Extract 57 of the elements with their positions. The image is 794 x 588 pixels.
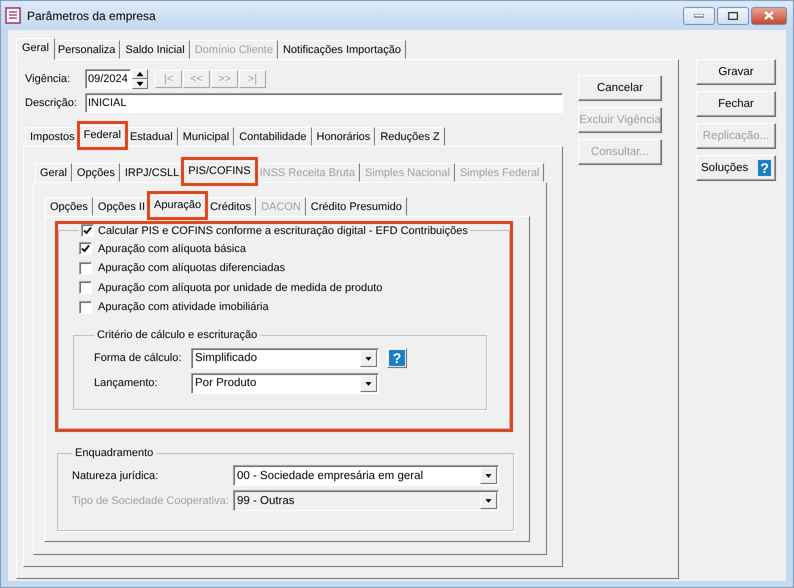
spin-up-icon[interactable] bbox=[132, 69, 148, 79]
checkbox[interactable] bbox=[79, 281, 92, 294]
group-title: Critério de cálculo e escrituração bbox=[96, 329, 258, 341]
spin-down-icon[interactable] bbox=[132, 79, 148, 89]
field-label: Descrição: bbox=[25, 97, 78, 109]
tab[interactable]: Apuração bbox=[148, 195, 208, 217]
tab[interactable]: Crédito Presumido bbox=[306, 197, 407, 216]
tab[interactable]: Créditos bbox=[205, 197, 256, 216]
maximize-icon bbox=[728, 12, 738, 20]
checkbox[interactable] bbox=[81, 224, 94, 237]
maximize-button[interactable] bbox=[717, 6, 749, 24]
dropdown[interactable]: 00 - Sociedade empresária em geral bbox=[233, 465, 499, 486]
close-button[interactable] bbox=[751, 6, 787, 24]
checkbox-label: Apuração com alíquota por unidade de medida de produto bbox=[98, 282, 382, 294]
field-label: Tipo de Sociedade Cooperativa: bbox=[72, 494, 230, 506]
tab[interactable]: Honorários bbox=[312, 127, 376, 146]
tab[interactable]: Federal bbox=[78, 125, 127, 147]
tab[interactable]: Notificações Importação bbox=[278, 40, 406, 59]
description-field[interactable]: INICIAL bbox=[85, 93, 563, 113]
tab[interactable]: Saldo Inicial bbox=[120, 40, 190, 59]
tab[interactable]: Contabilidade bbox=[234, 127, 312, 146]
tab[interactable]: Impostos bbox=[25, 127, 80, 146]
minimize-icon bbox=[694, 14, 704, 18]
solutions-button[interactable]: Soluções ? bbox=[696, 155, 776, 181]
close-icon bbox=[764, 11, 774, 20]
document-icon bbox=[5, 7, 21, 24]
checkbox[interactable] bbox=[79, 242, 92, 256]
checkbox-label: Apuração com alíquotas diferenciadas bbox=[98, 262, 286, 274]
tab[interactable]: PIS/COFINS bbox=[182, 161, 257, 183]
tab[interactable]: Geral bbox=[16, 38, 55, 60]
period-field[interactable]: 09/2024 bbox=[85, 69, 131, 89]
field-label: Natureza jurídica: bbox=[72, 470, 160, 482]
window-title: Parâmetros da empresa bbox=[27, 8, 157, 22]
tab[interactable]: Opções bbox=[72, 163, 120, 182]
dropdown[interactable]: Por Produto bbox=[191, 372, 379, 394]
field-label: Lançamento: bbox=[94, 377, 159, 389]
group-title: Enquadramento bbox=[74, 447, 154, 459]
help-button[interactable]: ? bbox=[387, 348, 407, 368]
checkbox-label: Apuração com alíquota básica bbox=[98, 242, 246, 255]
dropdown[interactable]: Simplificado bbox=[191, 348, 379, 368]
action-button[interactable]: Gravar bbox=[696, 59, 776, 85]
tab[interactable]: Opções II bbox=[92, 197, 150, 216]
field-label: Vigência: bbox=[25, 73, 72, 85]
tab[interactable]: Municipal bbox=[178, 127, 234, 146]
action-button[interactable]: Cancelar bbox=[578, 75, 662, 101]
action-button[interactable]: Fechar bbox=[696, 91, 776, 117]
tab[interactable]: Opções bbox=[45, 197, 93, 216]
checkbox-label: Calcular PIS e COFINS conforme a escrituração digital - EFD Contribuições bbox=[98, 224, 468, 236]
tab[interactable]: Geral bbox=[35, 163, 72, 182]
checkbox-label: Apuração com atividade imobiliária bbox=[98, 301, 269, 314]
tab[interactable]: Personaliza bbox=[52, 40, 120, 59]
minimize-button[interactable] bbox=[683, 6, 715, 24]
tab[interactable]: Reduções Z bbox=[375, 127, 445, 146]
checkbox[interactable] bbox=[79, 262, 92, 275]
checkbox[interactable] bbox=[79, 300, 92, 314]
field-label: Forma de cálculo: bbox=[94, 352, 182, 364]
help-icon: ? bbox=[758, 160, 771, 176]
